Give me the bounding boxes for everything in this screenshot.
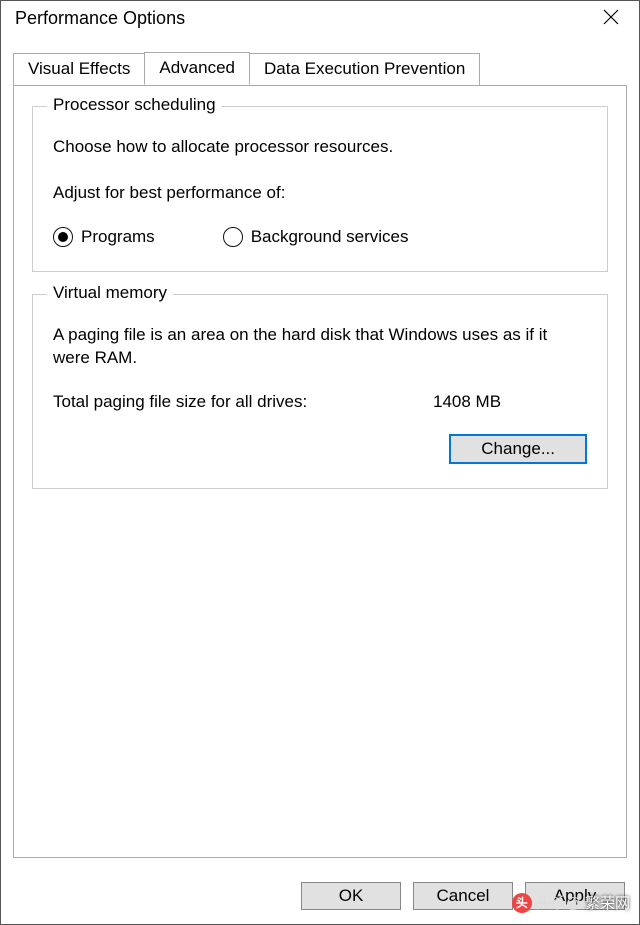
radio-row: Programs Background services — [53, 227, 587, 247]
window-title: Performance Options — [15, 8, 185, 29]
paging-size-label: Total paging file size for all drives: — [53, 392, 433, 412]
apply-button[interactable]: Apply — [525, 882, 625, 910]
radio-icon — [223, 227, 243, 247]
tab-visual-effects[interactable]: Visual Effects — [13, 53, 145, 86]
radio-background-services[interactable]: Background services — [223, 227, 409, 247]
processor-legend: Processor scheduling — [47, 95, 222, 115]
tab-dep[interactable]: Data Execution Prevention — [249, 53, 480, 86]
radio-background-label: Background services — [251, 227, 409, 247]
ok-button[interactable]: OK — [301, 882, 401, 910]
virtual-memory-legend: Virtual memory — [47, 283, 173, 303]
advanced-panel: Processor scheduling Choose how to alloc… — [13, 85, 627, 858]
change-button[interactable]: Change... — [449, 434, 587, 464]
radio-programs[interactable]: Programs — [53, 227, 155, 247]
performance-options-window: Performance Options Visual Effects Advan… — [0, 0, 640, 925]
radio-programs-label: Programs — [81, 227, 155, 247]
tab-advanced[interactable]: Advanced — [144, 52, 250, 85]
paging-size-row: Total paging file size for all drives: 1… — [53, 392, 587, 412]
content-area: Visual Effects Advanced Data Execution P… — [1, 35, 639, 870]
titlebar: Performance Options — [1, 1, 639, 35]
cancel-button[interactable]: Cancel — [413, 882, 513, 910]
dialog-footer: OK Cancel Apply — [1, 870, 639, 924]
processor-description: Choose how to allocate processor resourc… — [53, 135, 587, 159]
processor-scheduling-group: Processor scheduling Choose how to alloc… — [32, 106, 608, 272]
adjust-performance-label: Adjust for best performance of: — [53, 181, 587, 205]
paging-size-value: 1408 MB — [433, 392, 501, 412]
tab-strip: Visual Effects Advanced Data Execution P… — [13, 53, 627, 85]
close-icon[interactable] — [595, 7, 627, 29]
change-row: Change... — [53, 434, 587, 464]
radio-icon — [53, 227, 73, 247]
virtual-memory-description: A paging file is an area on the hard dis… — [53, 323, 587, 371]
virtual-memory-group: Virtual memory A paging file is an area … — [32, 294, 608, 490]
